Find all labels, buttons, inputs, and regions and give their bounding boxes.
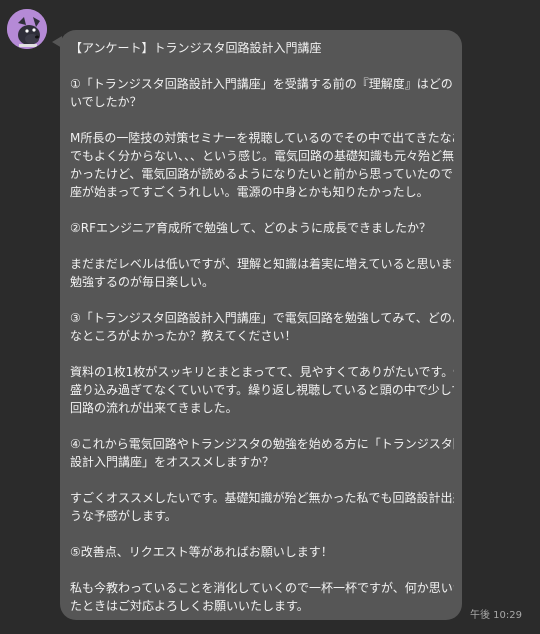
message-text-line: 盛り込み過ぎてなくていいです。繰り返し視聴していると頭の中で少しずつ xyxy=(70,383,454,397)
message-text-line: ①「トランジスタ回路設計入門講座」を受講する前の『理解度』はどのくら xyxy=(70,77,454,91)
message-text-line: たときはご対応よろしくお願いいたします。 xyxy=(70,599,309,613)
message-text-line: ④これから電気回路やトランジスタの勉強を始める方に「トランジスタ回路 xyxy=(70,437,454,451)
message-text-line: 資料の1枚1枚がスッキリとまとまってて、見やすくてありがたいです。情報を xyxy=(70,365,454,379)
message-text-line: まだまだレベルは低いですが、理解と知識は着実に増えていると思います。 xyxy=(70,257,454,271)
message-text-line: 座が始まってすごくうれしい。電源の中身とかも知りたかったし。 xyxy=(70,185,429,199)
message-text-line: ⑤改善点、リクエスト等があればお願いします！ xyxy=(70,545,333,559)
message-text-line: でもよく分からない、、、という感じ。電気回路の基礎知識も元々殆ど無 xyxy=(70,149,454,163)
message-text-line: すごくオススメしたいです。基礎知識が殆ど無かった私でも回路設計出来そ xyxy=(70,491,454,505)
message-text-line: ②RFエンジニア育成所で勉強して、どのように成長できましたか？ xyxy=(70,221,432,235)
message-bubble[interactable]: 【アンケート】トランジスタ回路設計入門講座 ①「トランジスタ回路設計入門講座」を受… xyxy=(60,30,462,620)
message-text-line: 設計入門講座」をオススメしますか？ xyxy=(70,455,275,469)
message-text-line: なところがよかったか？教えてください！ xyxy=(70,329,297,343)
message-text-line: いでしたか？ xyxy=(70,95,142,109)
message-text-line: うな予感がします。 xyxy=(70,509,177,523)
message-text-line: ③「トランジスタ回路設計入門講座」で電気回路を勉強してみて、どのよう xyxy=(70,311,454,325)
message-text-line: 回路の流れが出来てきました。 xyxy=(70,401,238,415)
message-text-line: 【アンケート】トランジスタ回路設計入門講座 xyxy=(70,41,322,55)
message-text-line: 私も今教わっていることを消化していくので一杯一杯ですが、何か思いつい xyxy=(70,581,454,595)
dog-avatar-icon xyxy=(7,9,47,49)
message-text-line: 勉強するのが毎日楽しい。 xyxy=(70,275,215,289)
message-text-line: M所長の一陸技の対策セミナーを視聴しているのでその中で出てきたなあ、 xyxy=(70,131,454,145)
sender-avatar[interactable] xyxy=(7,9,47,49)
message-timestamp: 午後 10:29 xyxy=(470,610,522,621)
message-text-line: かったけど、電気回路が読めるようになりたいと前から思っていたのでこの講 xyxy=(70,167,454,181)
chat-area: 【アンケート】トランジスタ回路設計入門講座 ①「トランジスタ回路設計入門講座」を受… xyxy=(0,0,540,634)
